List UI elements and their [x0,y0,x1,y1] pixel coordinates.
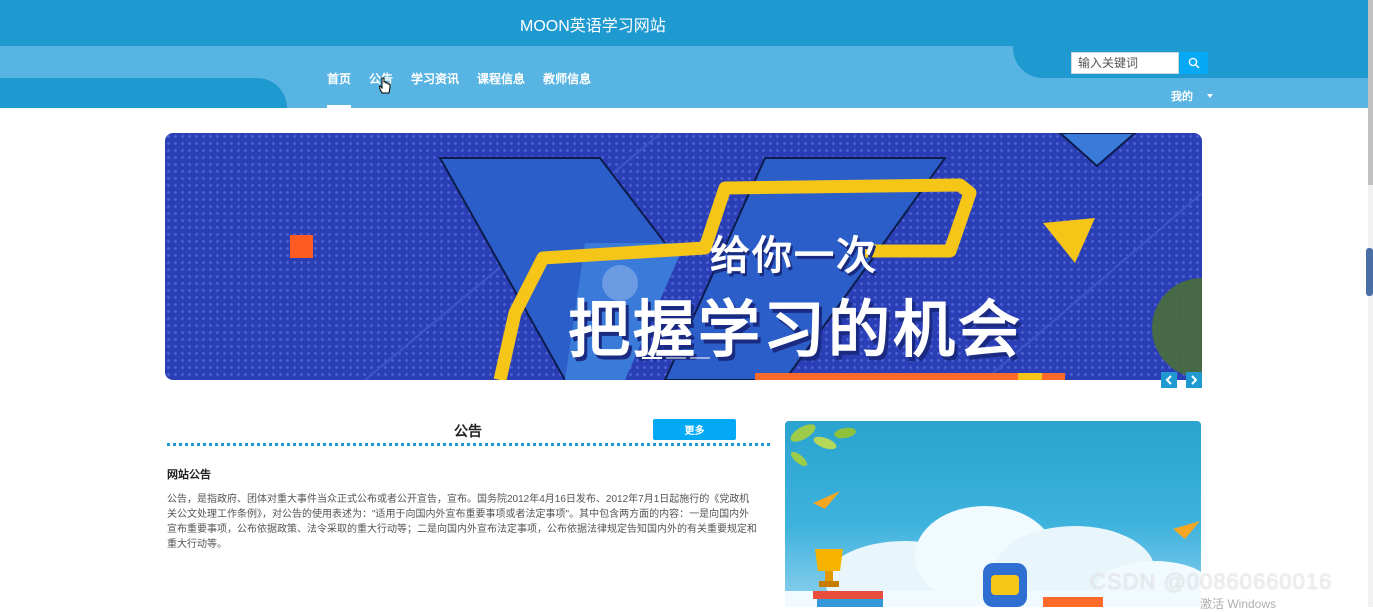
notice-body: 公告，是指政府、团体对重大事件当众正式公布或者公开宣告，宣布。国务院2012年4… [167,494,757,550]
chevron-right-icon [1191,375,1198,385]
csdn-watermark: CSDN @00860660016 [1090,569,1333,594]
banner-headline-small: 给你一次 [710,233,878,279]
more-button[interactable]: 更多 [653,419,736,440]
user-menu-label: 我的 [1171,90,1193,103]
nav-item-home[interactable]: 首页 [327,70,352,108]
carousel-dot[interactable] [666,357,686,359]
site-title[interactable]: MOON英语学习网站 [520,12,666,36]
notice-heading[interactable]: 网站公告 [167,466,211,482]
nav-item-teacher-info[interactable]: 教师信息 [543,70,591,87]
nav-item-course-info[interactable]: 课程信息 [477,70,525,87]
section-divider [167,443,770,446]
search-button[interactable] [1179,52,1208,74]
carousel-dot[interactable] [642,357,662,359]
nav-decoration-left [0,78,287,108]
mouse-cursor-icon [379,77,391,94]
search-input[interactable] [1071,52,1179,74]
carousel-prev-button[interactable] [1161,372,1177,388]
banner-headline-large: 把握学习的机会 [568,293,1024,366]
top-header-bar [0,0,1368,46]
side-widget-handle[interactable] [1366,248,1373,296]
windows-activation-text: 激活 Windows [1200,597,1277,611]
search-icon [1188,57,1199,69]
carousel-next-button[interactable] [1186,372,1202,388]
scrollbar-thumb[interactable] [1368,0,1373,185]
carousel-indicators [642,357,710,359]
hero-banner[interactable]: 给你一次 把握学习的机会 [165,133,1202,380]
nav-item-study-news[interactable]: 学习资讯 [411,70,459,87]
search-box [1071,52,1208,74]
caret-down-icon [1207,94,1213,98]
carousel-dot[interactable] [690,357,710,359]
section-title: 公告 [454,423,482,439]
user-menu[interactable]: 我的 [1171,88,1213,104]
chevron-left-icon [1165,375,1172,385]
main-nav: 首页 公告 学习资讯 课程信息 教师信息 [327,70,591,108]
